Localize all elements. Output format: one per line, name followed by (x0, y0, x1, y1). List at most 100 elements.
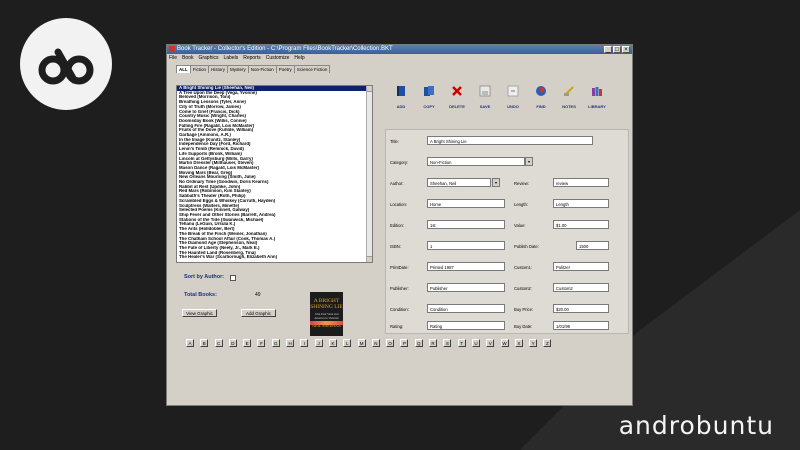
letter-t-button[interactable]: T (457, 339, 466, 347)
add-button[interactable]: ADD (387, 85, 415, 109)
list-item[interactable]: The Healer's War (Scarborough, Elizabeth… (177, 255, 372, 260)
review-field[interactable]: review (553, 178, 609, 187)
buy-date-label: Buy Date: (514, 324, 533, 329)
menu-help[interactable]: Help (294, 54, 304, 62)
tab-mystery[interactable]: Mystery (227, 65, 249, 73)
window-titlebar[interactable]: Book Tracker - Collector's Edition - C:\… (167, 45, 632, 54)
letter-s-button[interactable]: S (443, 339, 452, 347)
letter-a-button[interactable]: A (186, 339, 194, 347)
cover-stripe (310, 321, 343, 325)
tab-poetry[interactable]: Poetry (275, 65, 295, 73)
letter-l-button[interactable]: L (343, 339, 352, 347)
letter-g-button[interactable]: G (271, 339, 280, 347)
edition-field[interactable]: 1st (427, 220, 505, 229)
publish-date-field[interactable]: 1500 (576, 241, 609, 250)
scroll-up-arrow[interactable] (367, 86, 372, 92)
letter-b-button[interactable]: B (200, 339, 209, 347)
tab-history[interactable]: History (208, 65, 229, 73)
menu-customize[interactable]: Customize (266, 54, 290, 62)
letter-o-button[interactable]: O (386, 339, 395, 347)
menu-book[interactable]: Book (182, 54, 193, 62)
letter-q-button[interactable]: Q (414, 339, 423, 347)
print-date-field[interactable]: Printed 1987 (427, 262, 505, 271)
add-graphic-button[interactable]: Add Graphic (241, 309, 276, 317)
letter-v-button[interactable]: V (486, 339, 495, 347)
letter-u-button[interactable]: U (471, 339, 480, 347)
condition-field[interactable]: Condition (427, 304, 505, 313)
menu-reports[interactable]: Reports (243, 54, 261, 62)
letter-x-button[interactable]: X (514, 339, 523, 347)
letter-n-button[interactable]: N (371, 339, 380, 347)
letter-w-button[interactable]: W (500, 339, 509, 347)
delete-button[interactable]: DELETE (443, 85, 471, 109)
category-label: Category: (390, 160, 409, 165)
tab-non-fiction[interactable]: Non-Fiction (247, 65, 277, 73)
undo-icon (507, 85, 519, 97)
close-button[interactable]: × (622, 46, 630, 53)
value-field[interactable]: $1.00 (553, 220, 609, 229)
isbn-field[interactable]: 1 (427, 241, 505, 250)
buy-price-field[interactable]: $20.00 (553, 304, 609, 313)
isbn-label: ISBN: (390, 244, 401, 249)
library-button[interactable]: LIBRARY (583, 85, 611, 109)
publisher-field[interactable]: Publisher (427, 283, 505, 292)
find-button[interactable]: FIND (527, 85, 555, 109)
print-date-label: PrintDate: (390, 265, 409, 270)
letter-i-button[interactable]: I (300, 339, 309, 347)
minimize-button[interactable]: _ (604, 46, 612, 53)
tab-all[interactable]: ALL (176, 65, 191, 73)
copy-button[interactable]: COPY (415, 85, 443, 109)
app-window: Book Tracker - Collector's Edition - C:\… (166, 44, 633, 406)
menu-bar: File Book Graphics Labels Reports Custom… (167, 54, 632, 62)
view-graphic-button[interactable]: View Graphic (182, 309, 217, 317)
list-scrollbar[interactable] (366, 86, 372, 262)
menu-file[interactable]: File (169, 54, 177, 62)
app-icon (169, 46, 175, 52)
letter-c-button[interactable]: C (214, 339, 223, 347)
tab-fiction[interactable]: Fiction (189, 65, 210, 73)
sort-by-author-label: Sort by Author: (184, 274, 225, 280)
toolbar: ADD COPY DELETE SAVE UNDO FIND NOTES LIB… (387, 85, 611, 109)
book-list[interactable]: A Bright Shining Lie (Sheehan, Neil) A T… (176, 85, 373, 263)
length-field[interactable]: Length (553, 199, 609, 208)
tab-science-fiction[interactable]: Science Fiction (293, 65, 331, 73)
letter-y-button[interactable]: Y (529, 339, 538, 347)
maximize-button[interactable]: □ (613, 46, 621, 53)
author-dropdown-button[interactable]: ▾ (492, 178, 500, 187)
category-select[interactable]: Non-Fiction (427, 157, 525, 166)
menu-graphics[interactable]: Graphics (198, 54, 218, 62)
letter-m-button[interactable]: M (357, 339, 366, 347)
alphabet-bar: A B C D E F G H I J K L M N O P Q R S T … (186, 339, 558, 347)
undo-button[interactable]: UNDO (499, 85, 527, 109)
rating-field[interactable]: Rating (427, 321, 505, 330)
window-controls: _ □ × (604, 46, 630, 53)
publisher-label: Publisher: (390, 286, 409, 291)
letter-z-button[interactable]: Z (543, 339, 552, 347)
delete-x-icon (452, 86, 462, 96)
location-field[interactable]: Home (427, 199, 505, 208)
letter-j-button[interactable]: J (314, 339, 323, 347)
buy-date-field[interactable]: 1/01/99 (553, 321, 609, 330)
sort-by-author-checkbox[interactable] (230, 275, 236, 281)
category-dropdown-button[interactable]: ▾ (525, 157, 533, 166)
custom2-field[interactable]: Custom2 (553, 283, 609, 292)
menu-labels[interactable]: Labels (223, 54, 238, 62)
letter-e-button[interactable]: E (243, 339, 252, 347)
letter-k-button[interactable]: K (328, 339, 337, 347)
notes-pen-icon (564, 86, 574, 96)
book-details-panel: Title: A Bright Shining Lie Category: No… (385, 129, 629, 334)
letter-d-button[interactable]: D (228, 339, 237, 347)
letter-r-button[interactable]: R (429, 339, 438, 347)
notes-button[interactable]: NOTES (555, 85, 583, 109)
custom1-field[interactable]: Pulitzer (553, 262, 609, 271)
title-field[interactable]: A Bright Shining Lie (427, 136, 593, 145)
author-field[interactable]: Sheehan, Neil (427, 178, 491, 187)
cover-subtitle: John Paul Vann and America in Vietnam (314, 312, 339, 320)
scroll-down-arrow[interactable] (367, 256, 372, 262)
save-button[interactable]: SAVE (471, 85, 499, 109)
letter-p-button[interactable]: P (400, 339, 409, 347)
letter-f-button[interactable]: F (257, 339, 266, 347)
letter-h-button[interactable]: H (286, 339, 295, 347)
category-tabs: ALL Fiction History Mystery Non-Fiction … (176, 65, 331, 73)
library-books-icon (592, 87, 602, 96)
